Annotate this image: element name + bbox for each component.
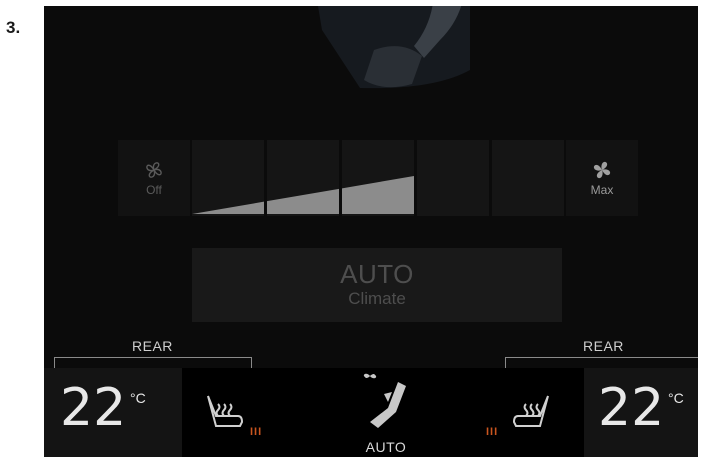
right-temperature-value: 22 xyxy=(598,378,665,438)
auto-climate-subtitle: Climate xyxy=(348,289,406,308)
right-temperature-unit: °C xyxy=(668,390,684,406)
fan-level-fill-segment xyxy=(342,176,414,214)
fan-level-fill xyxy=(192,176,414,214)
rear-right-label: REAR xyxy=(583,338,624,354)
rear-left-label: REAR xyxy=(132,338,173,354)
right-seat-heating-button[interactable]: III xyxy=(464,368,580,457)
airflow-seat-icon xyxy=(363,373,406,428)
fan-off-button[interactable]: Off xyxy=(118,140,190,216)
step-number: 3. xyxy=(6,18,21,37)
climate-screen: Off Max AUTO Climate REAR REAR 22 °C III… xyxy=(44,6,698,457)
fan-max-button[interactable]: Max xyxy=(566,140,638,216)
seat-heating-icon xyxy=(512,395,549,427)
fan-level-bar[interactable] xyxy=(192,140,564,216)
seat-heating-icon xyxy=(207,395,244,427)
left-temperature-value: 22 xyxy=(60,378,127,438)
airflow-auto-label: AUTO xyxy=(365,439,407,455)
fan-max-label: Max xyxy=(590,183,614,197)
fan-speed-control: Off Max xyxy=(118,140,638,216)
bottom-climate-bar: 22 °C III AUTO III 22 °C xyxy=(44,368,698,457)
right-temperature-control[interactable]: 22 °C xyxy=(584,368,698,457)
fan-level-fill-segment xyxy=(192,201,264,214)
fan-outline-icon xyxy=(146,162,162,178)
right-seat-heat-level: III xyxy=(486,426,499,438)
left-seat-heat-level: III xyxy=(250,426,263,438)
left-temperature-unit: °C xyxy=(130,390,146,406)
airflow-graphic xyxy=(318,6,470,89)
auto-climate-button[interactable]: AUTO Climate xyxy=(192,248,562,322)
fan-level-fill-segment xyxy=(267,188,339,214)
fan-filled-icon xyxy=(593,161,611,179)
auto-climate-title: AUTO xyxy=(340,259,414,289)
left-temperature-control[interactable]: 22 °C xyxy=(44,368,182,457)
fan-off-label: Off xyxy=(146,183,162,197)
left-seat-heating-button[interactable]: III xyxy=(188,368,308,457)
airflow-auto-button[interactable]: AUTO xyxy=(326,368,446,457)
